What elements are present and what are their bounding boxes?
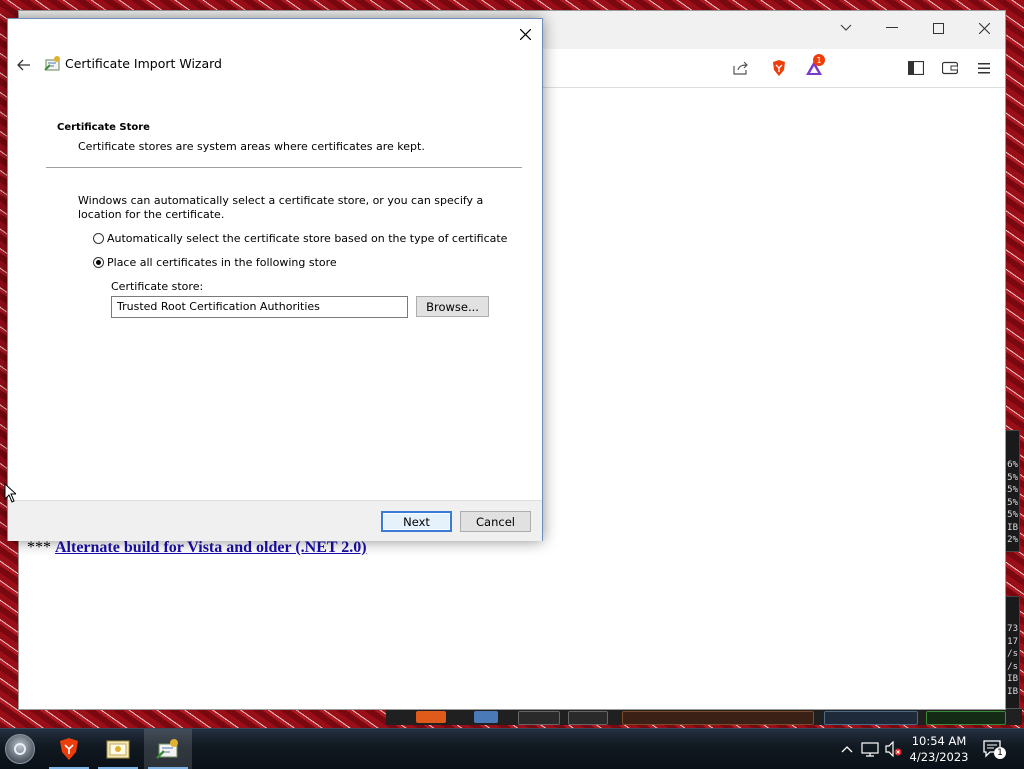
dialog-close-button[interactable] — [508, 19, 542, 49]
share-button[interactable] — [730, 57, 752, 79]
clock-date: 4/23/2023 — [909, 750, 969, 764]
taskbar: 10:54 AM 4/23/2023 1 — [0, 728, 1024, 769]
gadget-value: 2% — [1007, 535, 1018, 545]
volume-muted-icon — [885, 741, 902, 757]
header-divider — [46, 167, 522, 168]
sidebar-button[interactable] — [905, 57, 927, 79]
certificate-wizard-icon — [44, 55, 62, 73]
maximize-button[interactable] — [915, 13, 961, 43]
certificate-wizard-icon — [156, 739, 178, 759]
system-monitor-gadget: 6% 5% 5% 5% 5% IB 2% — [1004, 430, 1020, 552]
taskbar-brave-browser[interactable] — [45, 729, 93, 769]
gadget-value: /s — [1007, 649, 1018, 659]
show-hidden-icons-button[interactable] — [838, 739, 856, 759]
thumbnail-bar — [518, 711, 560, 725]
gadget-value: 5% — [1007, 497, 1018, 508]
chevron-down-icon — [840, 24, 852, 31]
section-description: Certificate stores are system areas wher… — [78, 140, 425, 153]
clock-time: 10:54 AM — [911, 734, 967, 748]
next-button[interactable]: Next — [381, 511, 452, 532]
maximize-icon — [932, 22, 944, 34]
thumbnail-bar — [568, 711, 608, 725]
thumbnail-bar — [824, 711, 918, 725]
browser-close-button[interactable] — [961, 13, 1007, 43]
brave-shields-button[interactable] — [768, 57, 790, 79]
gadget-value: IB — [1007, 674, 1018, 684]
wallet-button[interactable] — [939, 57, 961, 79]
network-monitor-gadget: 73 17 /s /s IB IB — [1004, 596, 1020, 716]
taskbar-certificate-manager[interactable] — [94, 729, 142, 769]
option-label: Automatically select the certificate sto… — [107, 232, 508, 245]
certificate-store-field[interactable]: Trusted Root Certification Authorities — [111, 296, 408, 318]
rewards-badge: 1 — [813, 54, 825, 66]
section-heading: Certificate Store — [57, 122, 150, 133]
hamburger-menu-icon — [978, 63, 990, 74]
dialog-footer: Next Cancel — [8, 500, 542, 541]
gadget-value: 5% — [1007, 472, 1018, 483]
menu-button[interactable] — [973, 57, 995, 79]
volume-tray-button[interactable] — [884, 739, 902, 759]
tab-list-button[interactable] — [823, 13, 869, 43]
gadget-value: 17 — [1007, 636, 1018, 647]
thumbnail-bar — [926, 711, 1006, 725]
intro-text: Windows can automatically select a certi… — [78, 194, 484, 221]
taskbar-thumbnail-strip — [386, 708, 1022, 725]
alternate-build-link[interactable]: Alternate build for Vista and older (.NE… — [55, 539, 367, 556]
certificate-import-wizard: Certificate Import Wizard Certificate St… — [7, 18, 543, 541]
gadget-value: IB — [1007, 522, 1018, 533]
mouse-cursor-icon — [4, 483, 16, 503]
sidebar-icon — [908, 61, 924, 75]
gadget-value: /s — [1007, 661, 1018, 672]
place-in-store-option[interactable]: Place all certificates in the following … — [93, 256, 337, 269]
brave-lion-icon — [60, 738, 78, 760]
arrow-left-icon — [17, 59, 30, 71]
thumbnail-bar — [622, 711, 814, 725]
certificate-store-label: Certificate store: — [111, 280, 204, 293]
minimize-icon — [886, 27, 898, 28]
cancel-button[interactable]: Cancel — [460, 511, 531, 532]
radio-button-selected[interactable] — [93, 257, 104, 268]
taskbar-certificate-wizard[interactable] — [144, 729, 192, 769]
certificate-icon — [106, 740, 130, 759]
start-button[interactable] — [5, 734, 35, 764]
gadget-value: 5% — [1007, 510, 1018, 520]
share-icon — [733, 61, 748, 75]
close-icon — [978, 22, 990, 34]
brave-rewards-button[interactable]: 1 — [803, 54, 825, 79]
gadget-value: 5% — [1007, 485, 1018, 495]
network-tray-button[interactable] — [861, 739, 879, 759]
chevron-up-icon — [841, 746, 853, 753]
browse-button[interactable]: Browse... — [416, 296, 489, 317]
page-content-line: *** Alternate build for Vista and older … — [27, 539, 367, 557]
option-label: Place all certificates in the following … — [107, 256, 337, 269]
brave-lion-icon — [773, 60, 785, 76]
thumbnail-bar — [474, 711, 498, 723]
line-prefix: *** — [27, 539, 51, 556]
dialog-title: Certificate Import Wizard — [65, 56, 222, 71]
back-button[interactable] — [14, 55, 34, 75]
taskbar-clock[interactable]: 10:54 AM 4/23/2023 — [904, 733, 974, 765]
gadget-value: 6% — [1007, 460, 1018, 470]
radio-button-unselected[interactable] — [93, 233, 104, 244]
thumbnail-bar — [416, 711, 446, 723]
gadget-value: 73 — [1007, 624, 1018, 634]
minimize-button[interactable] — [869, 13, 915, 43]
auto-select-store-option[interactable]: Automatically select the certificate sto… — [93, 232, 507, 245]
action-center-button[interactable]: 1 — [980, 737, 1006, 761]
gadget-value: IB — [1007, 686, 1018, 697]
notification-count-badge: 1 — [994, 747, 1006, 759]
wallet-icon — [942, 61, 958, 75]
close-icon — [519, 28, 531, 40]
network-icon — [861, 742, 879, 757]
